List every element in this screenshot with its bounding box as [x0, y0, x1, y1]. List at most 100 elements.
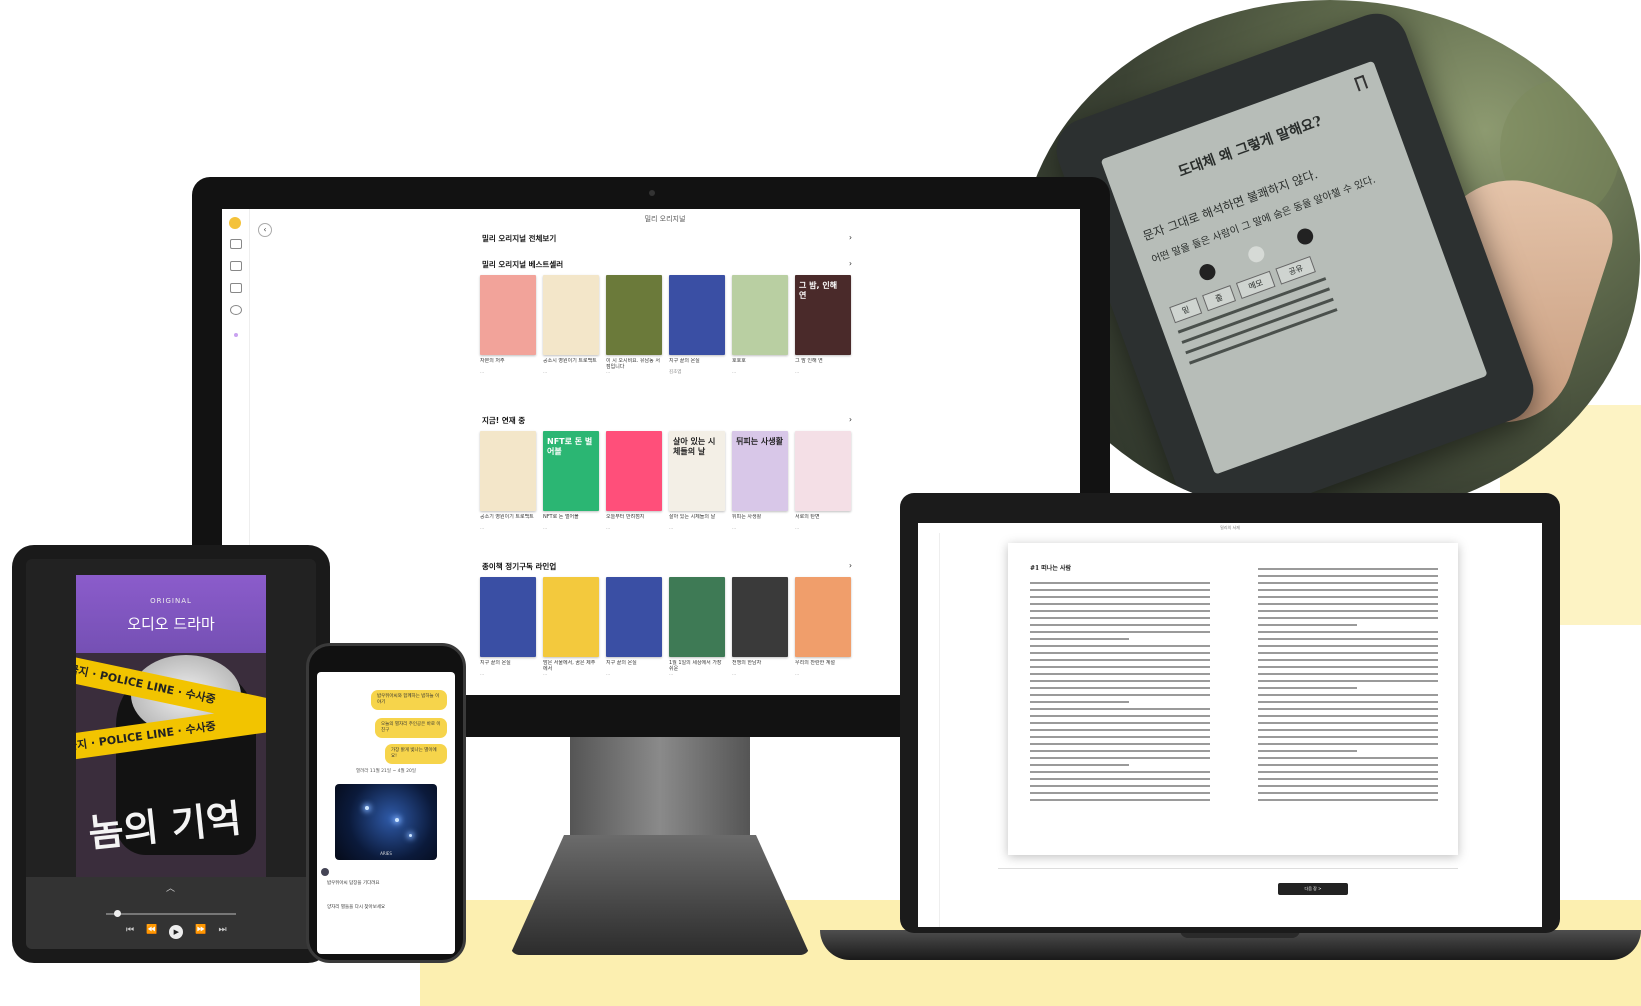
ereader-btn-2[interactable]: 줄: [1202, 285, 1236, 312]
text-line: [1030, 792, 1210, 794]
rewind-icon[interactable]: ⏪: [146, 925, 157, 939]
next-page-button[interactable]: 다음 장 >: [1278, 883, 1348, 895]
text-line: [1258, 701, 1438, 703]
book-card[interactable]: 전쟁의 한남자...: [732, 577, 788, 678]
book-card[interactable]: 지구 끝의 온실 김초엽: [669, 275, 725, 376]
book-card[interactable]: 뒤피는 사생활 뒤피는 사생활...: [732, 431, 788, 532]
image-caption: ARIES: [380, 851, 392, 856]
section-all[interactable]: 밀리 오리지널 전체보기 ›: [482, 233, 852, 247]
ereader-screen: 도대체 왜 그렇게 말해요? 문자 그대로 해석하면 불쾌하지 않다. 어떤 말…: [1100, 60, 1488, 475]
book-cover[interactable]: NFT로 돈 벌어볼: [543, 431, 599, 511]
book-card[interactable]: 지구 끝의 온실...: [480, 577, 536, 678]
page-right-column: [1258, 563, 1438, 806]
book-card[interactable]: 자본의 저주...: [480, 275, 536, 376]
text-line: [1030, 715, 1210, 717]
home-icon[interactable]: [230, 239, 242, 249]
book-card[interactable]: 1월 1일의 세상에서 가장 쉬운...: [669, 577, 725, 678]
text-line: [1258, 589, 1438, 591]
book-cover[interactable]: [795, 577, 851, 657]
book-author: ...: [480, 526, 485, 531]
highlight-dot-black[interactable]: [1197, 261, 1218, 283]
app-logo-icon[interactable]: [229, 217, 241, 229]
book-card[interactable]: 호호호...: [732, 275, 788, 376]
text-line: [1258, 743, 1438, 745]
page-left-column: #1 떠나는 사람: [1030, 563, 1210, 806]
book-cover[interactable]: 살아 있는 시체들의 날: [669, 431, 725, 511]
audio-drama-cover[interactable]: ORIGINAL 오디오 드라마 입금지 · POLICE LINE · 수사중…: [76, 575, 266, 877]
book-cover[interactable]: [732, 275, 788, 355]
section-serial: 지금! 연재 중 ›: [482, 415, 852, 425]
section-paper-lineup: 종이책 정기구독 라인업 ›: [482, 561, 852, 571]
book-title: 지구 끝의 온실: [480, 660, 511, 666]
book-author: ...: [606, 672, 611, 677]
chevron-right-icon[interactable]: ›: [849, 415, 852, 424]
book-card[interactable]: 공소시 영원이기 트로백트...: [543, 275, 599, 376]
skip-forward-icon[interactable]: ⏭: [219, 925, 227, 939]
book-author: ...: [480, 370, 485, 375]
chevron-right-icon[interactable]: ›: [849, 561, 852, 570]
book-cover[interactable]: [669, 275, 725, 355]
book-title: 전쟁의 한남자: [732, 660, 762, 666]
dot-icon: [234, 333, 238, 337]
book-card[interactable]: NFT로 돈 벌어볼 NFT로 돈 벌어볼...: [543, 431, 599, 532]
library-icon[interactable]: [230, 283, 242, 293]
ereader-btn-4[interactable]: 공유: [1275, 255, 1317, 285]
book-cover[interactable]: [669, 577, 725, 657]
book-cover[interactable]: [480, 275, 536, 355]
skip-back-icon[interactable]: ⏮: [126, 925, 134, 939]
ereader-btn-1[interactable]: 밑: [1169, 297, 1203, 324]
progress-bar[interactable]: [106, 913, 236, 915]
ereader-btn-3[interactable]: 메모: [1235, 270, 1276, 300]
book-cover[interactable]: 그 밤, 인해 연: [795, 275, 851, 355]
book-card[interactable]: 오늘부터 반려점지...: [606, 431, 662, 532]
back-button[interactable]: ‹: [258, 223, 272, 237]
text-line: [1258, 631, 1438, 633]
book-card[interactable]: 공소기 영원이기 트로백트...: [480, 431, 536, 532]
chevron-right-icon[interactable]: ›: [849, 259, 852, 268]
book-title: 지구 끝의 온실: [669, 358, 700, 364]
book-card[interactable]: 그 밤, 인해 연그 밤 인해 연...: [795, 275, 851, 376]
highlight-dot-grey[interactable]: [1246, 244, 1267, 265]
book-cover[interactable]: [543, 275, 599, 355]
forward-icon[interactable]: ⏩: [195, 925, 206, 939]
book-cover[interactable]: [606, 577, 662, 657]
book-cover[interactable]: [480, 577, 536, 657]
chat-bubble-2: 오늘의 별자리 주인공은 바로 이 친구: [375, 718, 447, 738]
text-line: [1258, 757, 1438, 759]
text-line: [1030, 778, 1210, 780]
text-line: [1030, 736, 1210, 738]
chevron-up-icon[interactable]: ︿: [166, 881, 175, 894]
constellation-image[interactable]: ARIES: [335, 784, 437, 860]
book-title: 1월 1일의 세상에서 가장 쉬운: [669, 660, 722, 672]
book-card[interactable]: 지구 끝의 온실...: [606, 577, 662, 678]
book-cover[interactable]: [543, 577, 599, 657]
progress-handle[interactable]: [114, 910, 121, 917]
book-author: ...: [732, 672, 737, 677]
book-cover[interactable]: [606, 275, 662, 355]
book-card[interactable]: 이 시 오시비요. 유남동 서점입니다...: [606, 275, 662, 376]
text-line: [1030, 799, 1210, 801]
book-cover[interactable]: [732, 577, 788, 657]
chevron-right-icon[interactable]: ›: [849, 233, 852, 242]
text-line: [1030, 680, 1210, 682]
profile-icon[interactable]: [230, 305, 242, 315]
book-title: 살아 있는 시체들의 날: [669, 514, 716, 520]
search-icon[interactable]: [230, 261, 242, 271]
book-card[interactable]: 서로의 탄면...: [795, 431, 851, 532]
book-card[interactable]: 살아 있는 시체들의 날 살아 있는 시체들의 날...: [669, 431, 725, 532]
text-line: [1030, 582, 1210, 584]
book-card[interactable]: 밤은 서울에서, 꿈은 제주에서...: [543, 577, 599, 678]
text-line: [1258, 736, 1438, 738]
book-cover[interactable]: [606, 431, 662, 511]
bookmark-icon[interactable]: [1353, 74, 1369, 92]
highlight-dot-dark[interactable]: [1294, 226, 1316, 247]
book-cover[interactable]: [795, 431, 851, 511]
book-card[interactable]: 우리의 찬란한 계절...: [795, 577, 851, 678]
text-line: [1258, 652, 1438, 654]
book-cover[interactable]: 뒤피는 사생활: [732, 431, 788, 511]
text-line: [1258, 582, 1438, 584]
play-button[interactable]: ▶: [169, 925, 184, 939]
book-cover[interactable]: [480, 431, 536, 511]
text-line: [1258, 659, 1438, 661]
text-line: [1258, 715, 1438, 717]
